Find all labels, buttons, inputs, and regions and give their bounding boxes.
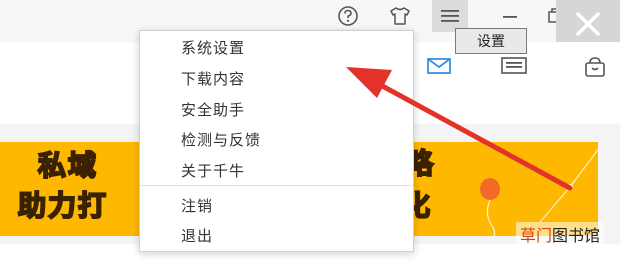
watermark-rest: 图书馆	[552, 226, 601, 245]
watermark: 草门图书馆	[516, 222, 605, 248]
watermark-highlight: 草门	[520, 226, 553, 245]
